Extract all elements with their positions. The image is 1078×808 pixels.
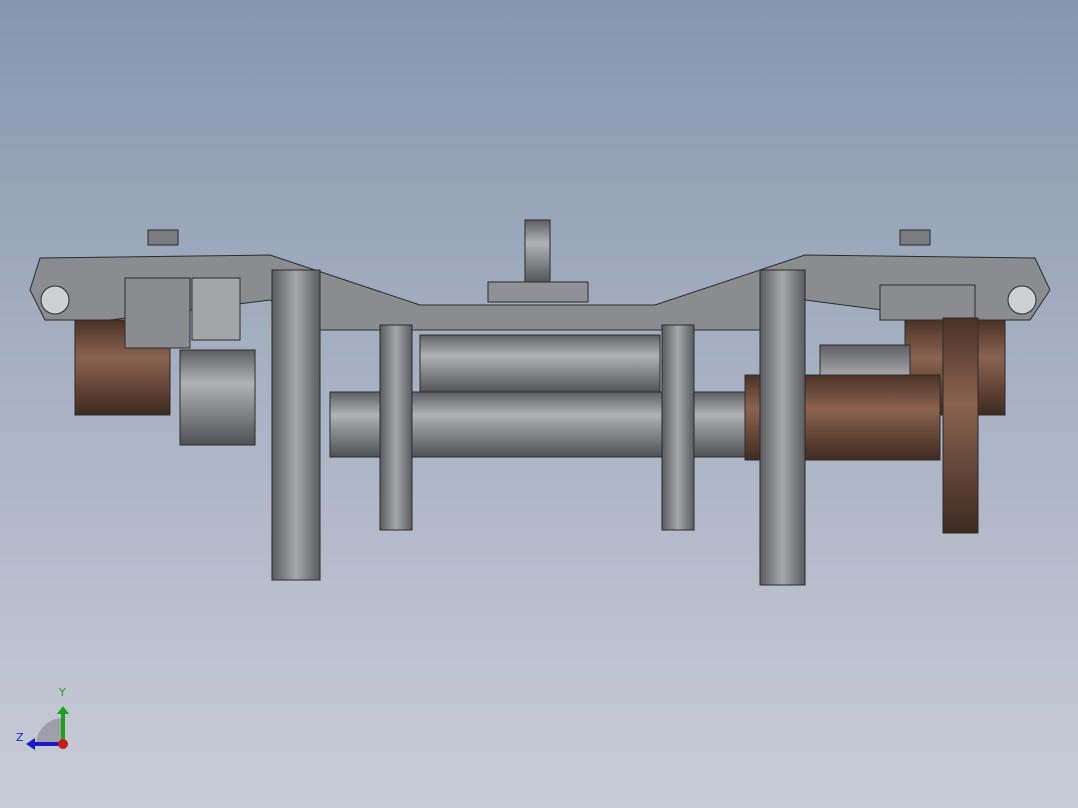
triad-z-label: Z (16, 731, 24, 744)
x-axis-dot (58, 739, 68, 749)
cad-viewport[interactable] (0, 0, 1078, 808)
coordinate-triad (26, 706, 69, 750)
triad-y-label: Y (59, 686, 66, 699)
